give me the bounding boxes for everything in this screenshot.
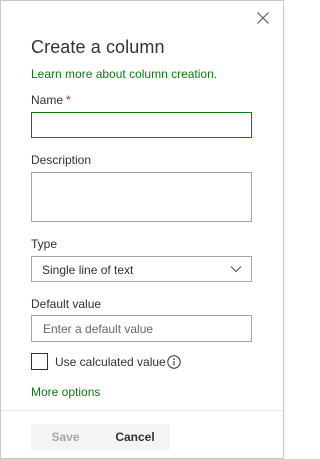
cancel-button[interactable]: Cancel (100, 424, 170, 450)
name-label: Name * (31, 93, 71, 107)
chevron-down-icon (230, 265, 242, 273)
type-label: Type (31, 237, 58, 251)
use-calculated-checkbox[interactable] (31, 353, 48, 370)
panel-title: Create a column (31, 37, 165, 57)
type-dropdown[interactable]: Single line of text (31, 256, 252, 282)
name-input[interactable] (31, 112, 252, 138)
required-indicator: * (66, 93, 71, 107)
save-button[interactable]: Save (31, 424, 100, 450)
info-icon[interactable] (167, 355, 181, 369)
learn-more-link[interactable]: Learn more about column creation. (31, 67, 217, 81)
default-value-input[interactable] (31, 315, 252, 342)
name-label-text: Name (31, 93, 64, 107)
create-column-panel: Create a column Learn more about column … (0, 0, 284, 459)
close-button[interactable] (255, 10, 271, 26)
close-icon (255, 10, 271, 26)
use-calculated-label[interactable]: Use calculated value (55, 355, 166, 369)
description-input[interactable] (31, 172, 252, 222)
footer-divider (1, 410, 283, 411)
more-options-link[interactable]: More options (31, 385, 100, 399)
description-label: Description (31, 153, 92, 167)
type-selected-value: Single line of text (42, 263, 134, 277)
default-value-label: Default value (31, 297, 102, 311)
